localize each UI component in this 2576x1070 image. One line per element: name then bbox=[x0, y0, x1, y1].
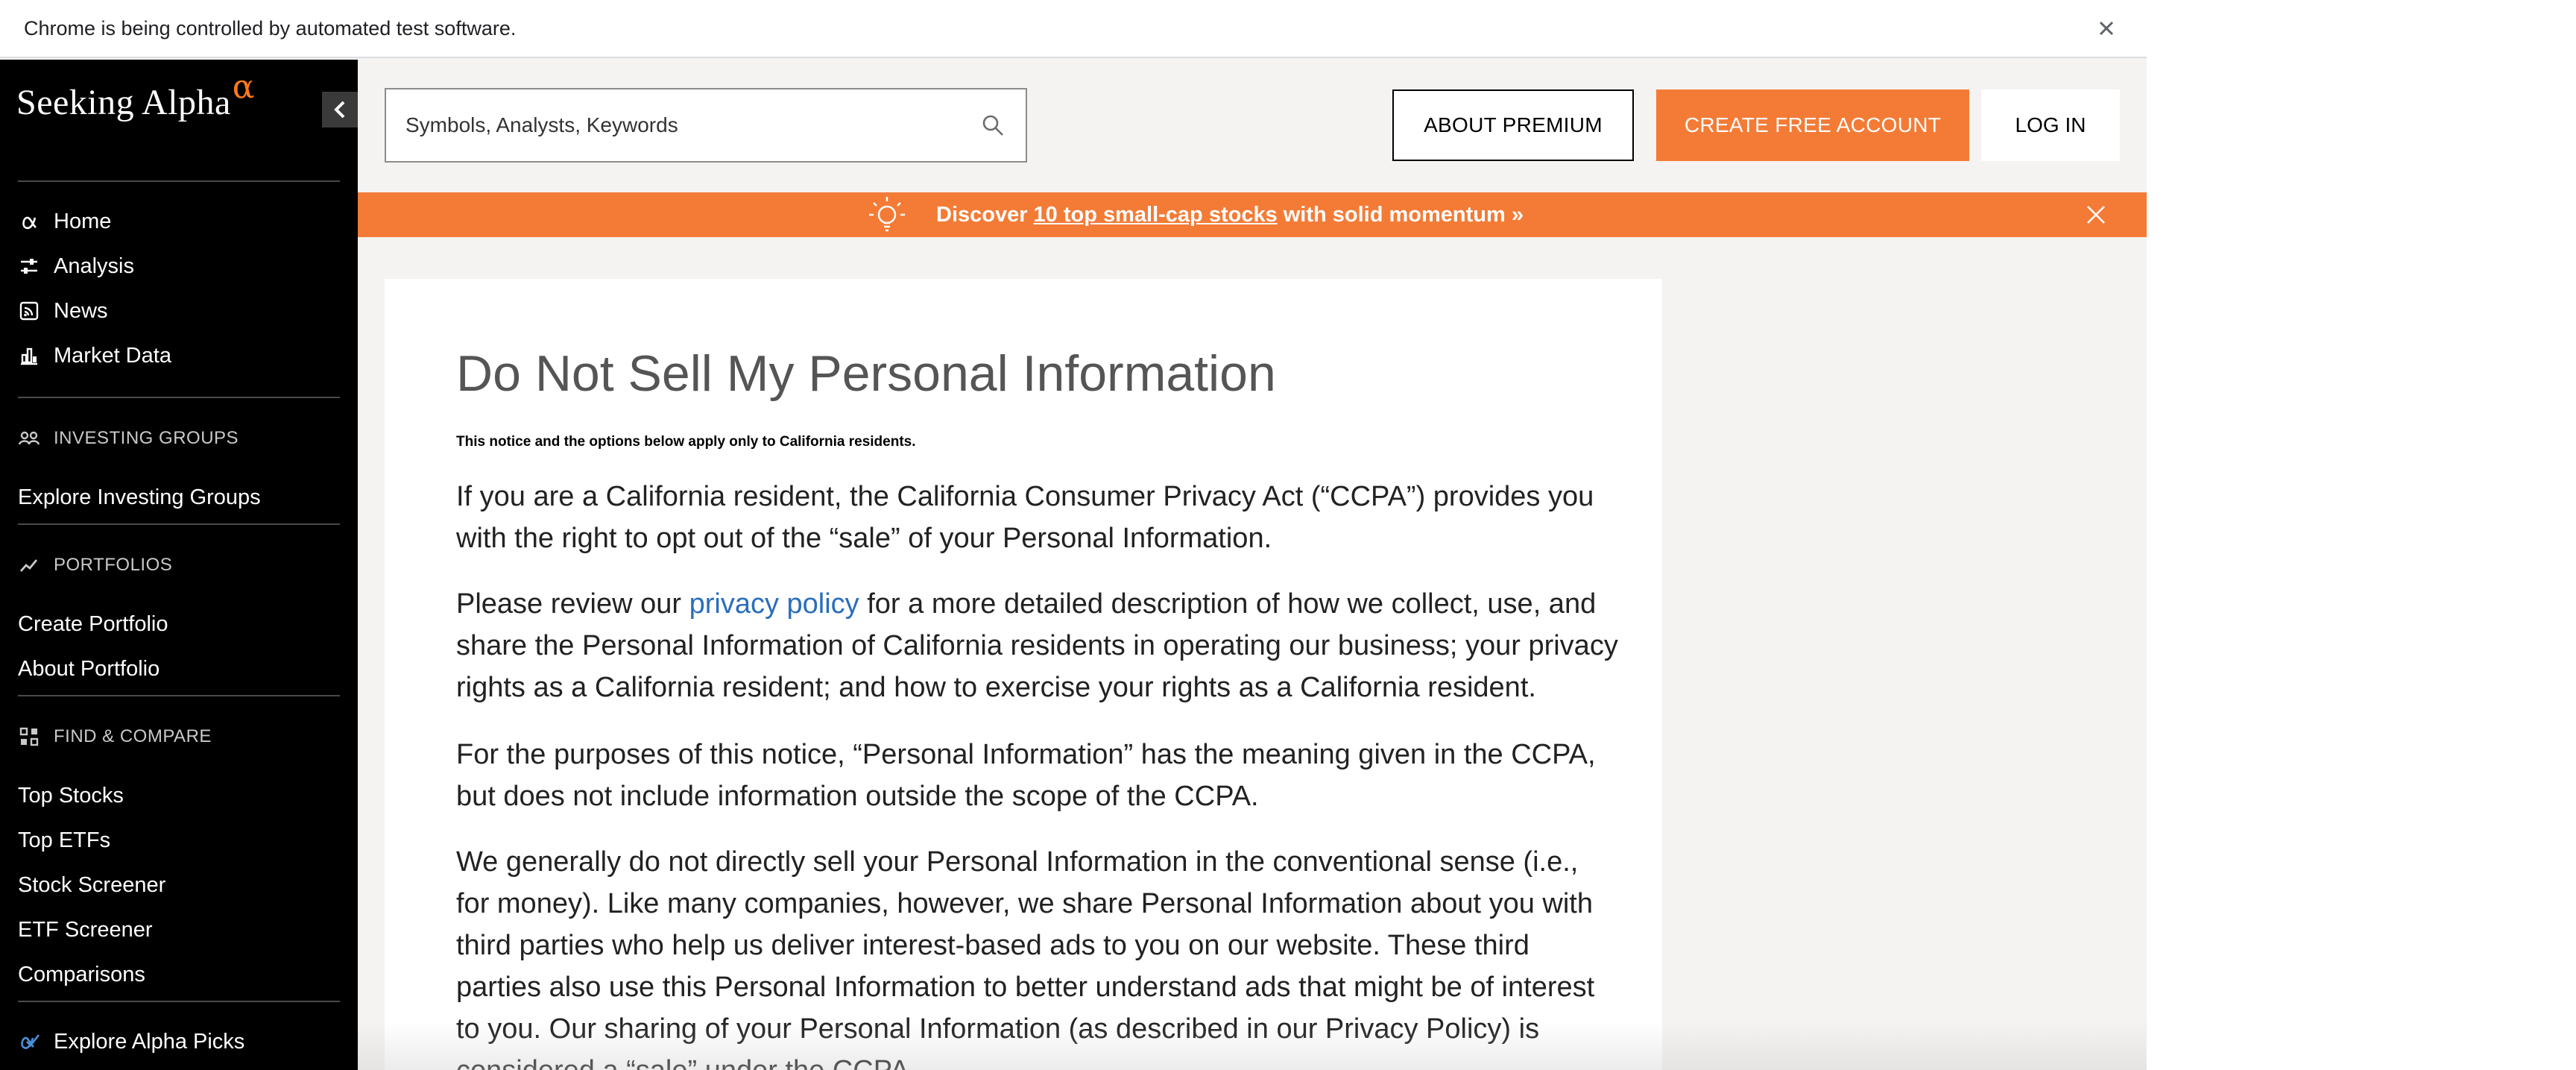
sidebar-item-label: News bbox=[54, 298, 108, 323]
lightbulb-icon bbox=[869, 197, 905, 232]
sidebar-collapse-button[interactable] bbox=[322, 92, 358, 128]
screen: Chrome is being controlled by automated … bbox=[0, 0, 2576, 1070]
sidebar-item-stock-screener[interactable]: Stock Screener bbox=[18, 866, 165, 904]
logo-alpha-mark: α bbox=[232, 68, 256, 106]
sidebar-item-label: Stock Screener bbox=[18, 872, 166, 897]
paragraph-sale-explanation: We generally do not directly sell your P… bbox=[456, 846, 1595, 1070]
page-title: Do Not Sell My Personal Information bbox=[456, 345, 1276, 402]
promo-banner: Discover 10 top small-cap stocks with so… bbox=[358, 192, 2147, 237]
sidebar-item-home[interactable]: Home bbox=[18, 203, 111, 240]
promo-prefix: Discover bbox=[936, 202, 1028, 227]
infobar-message: Chrome is being controlled by automated … bbox=[24, 16, 517, 40]
paragraph-text: Please review our bbox=[456, 588, 689, 620]
sidebar-item-label: Top Stocks bbox=[18, 783, 124, 808]
sidebar-item-etf-screener[interactable]: ETF Screener bbox=[18, 911, 153, 948]
alpha-icon bbox=[18, 210, 40, 233]
sidebar-divider bbox=[18, 523, 340, 525]
paragraph-privacy-policy: Please review our privacy policy for a m… bbox=[456, 583, 1619, 708]
search-icon[interactable] bbox=[978, 110, 1008, 140]
sidebar-divider bbox=[18, 180, 340, 182]
sidebar-item-top-stocks[interactable]: Top Stocks bbox=[18, 777, 124, 814]
sidebar-item-label: Explore Alpha Picks bbox=[54, 1029, 245, 1054]
sidebar-item-comparisons[interactable]: Comparisons bbox=[18, 956, 145, 993]
sidebar-divider bbox=[18, 1001, 340, 1002]
section-heading-portfolios: PORTFOLIOS bbox=[18, 550, 172, 580]
search-box[interactable] bbox=[385, 88, 1027, 163]
article-card: Do Not Sell My Personal Information This… bbox=[385, 279, 1662, 1070]
promo-link[interactable]: 10 top small-cap stocks bbox=[1034, 203, 1278, 227]
section-heading-find-compare: FIND & COMPARE bbox=[18, 722, 212, 752]
sidebar-item-market-data[interactable]: Market Data bbox=[18, 337, 171, 374]
section-heading-label: INVESTING GROUPS bbox=[54, 428, 239, 448]
promo-suffix: with solid momentum » bbox=[1283, 202, 1524, 227]
section-heading-label: PORTFOLIOS bbox=[54, 555, 173, 575]
log-in-button[interactable]: LOG IN bbox=[1981, 89, 2120, 161]
rss-icon bbox=[18, 300, 40, 322]
sidebar-item-top-etfs[interactable]: Top ETFs bbox=[18, 822, 110, 859]
chevron-left-icon bbox=[334, 101, 345, 119]
about-premium-button[interactable]: ABOUT PREMIUM bbox=[1392, 89, 1634, 161]
close-icon[interactable] bbox=[2083, 201, 2109, 228]
sidebar-item-explore-alpha-picks[interactable]: Explore Alpha Picks bbox=[18, 1023, 244, 1060]
sidebar-divider bbox=[18, 397, 340, 398]
section-heading-label: FIND & COMPARE bbox=[54, 726, 212, 746]
paragraph-definition: For the purposes of this notice, “Person… bbox=[456, 739, 1596, 812]
automation-infobar: Chrome is being controlled by automated … bbox=[0, 0, 2147, 58]
sidebar-divider bbox=[18, 695, 340, 696]
sidebar-item-label: Top ETFs bbox=[18, 828, 111, 852]
browser-viewport: Chrome is being controlled by automated … bbox=[0, 0, 2147, 1070]
sidebar-item-news[interactable]: News bbox=[18, 292, 108, 330]
seeking-alpha-logo[interactable]: Seeking Alphaα bbox=[16, 68, 255, 123]
infobar-close-button[interactable] bbox=[2092, 13, 2121, 43]
sidebar-item-analysis[interactable]: Analysis bbox=[18, 248, 134, 285]
search-input[interactable] bbox=[404, 113, 970, 138]
sidebar-item-explore-investing-groups[interactable]: Explore Investing Groups bbox=[18, 479, 261, 516]
create-free-account-button[interactable]: CREATE FREE ACCOUNT bbox=[1656, 89, 1969, 161]
sidebar-item-label: Create Portfolio bbox=[18, 611, 168, 636]
privacy-policy-link[interactable]: privacy policy bbox=[689, 588, 859, 620]
logo-text: Seeking Alpha bbox=[16, 83, 231, 122]
paragraph-ccpa-intro: If you are a California resident, the Ca… bbox=[456, 481, 1594, 554]
california-notice: This notice and the options below apply … bbox=[456, 434, 916, 450]
promo-text: Discover 10 top small-cap stocks with so… bbox=[936, 192, 1524, 237]
section-heading-investing-groups: INVESTING GROUPS bbox=[18, 424, 239, 453]
sidebar-item-label: Comparisons bbox=[18, 962, 145, 986]
sidebar-item-label: Market Data bbox=[54, 343, 171, 368]
top-header: ABOUT PREMIUM CREATE FREE ACCOUNT LOG IN bbox=[358, 60, 2147, 192]
sidebar-item-create-portfolio[interactable]: Create Portfolio bbox=[18, 605, 168, 643]
sidebar-item-label: Home bbox=[54, 209, 112, 233]
sidebar: Seeking Alphaα Home Analysis News Market… bbox=[0, 60, 358, 1070]
close-icon bbox=[2099, 21, 2114, 36]
sidebar-item-label: Explore Investing Groups bbox=[18, 485, 261, 509]
bar-chart-icon bbox=[18, 344, 40, 367]
grid-icon bbox=[18, 726, 40, 748]
sliders-icon bbox=[18, 255, 40, 277]
sidebar-item-label: About Portfolio bbox=[18, 656, 160, 681]
trend-line-icon bbox=[18, 554, 40, 576]
sidebar-item-label: ETF Screener bbox=[18, 917, 153, 942]
alpha-check-icon bbox=[18, 1030, 40, 1053]
group-icon bbox=[18, 427, 40, 450]
sidebar-item-label: Analysis bbox=[54, 254, 134, 278]
sidebar-item-about-portfolio[interactable]: About Portfolio bbox=[18, 650, 160, 687]
